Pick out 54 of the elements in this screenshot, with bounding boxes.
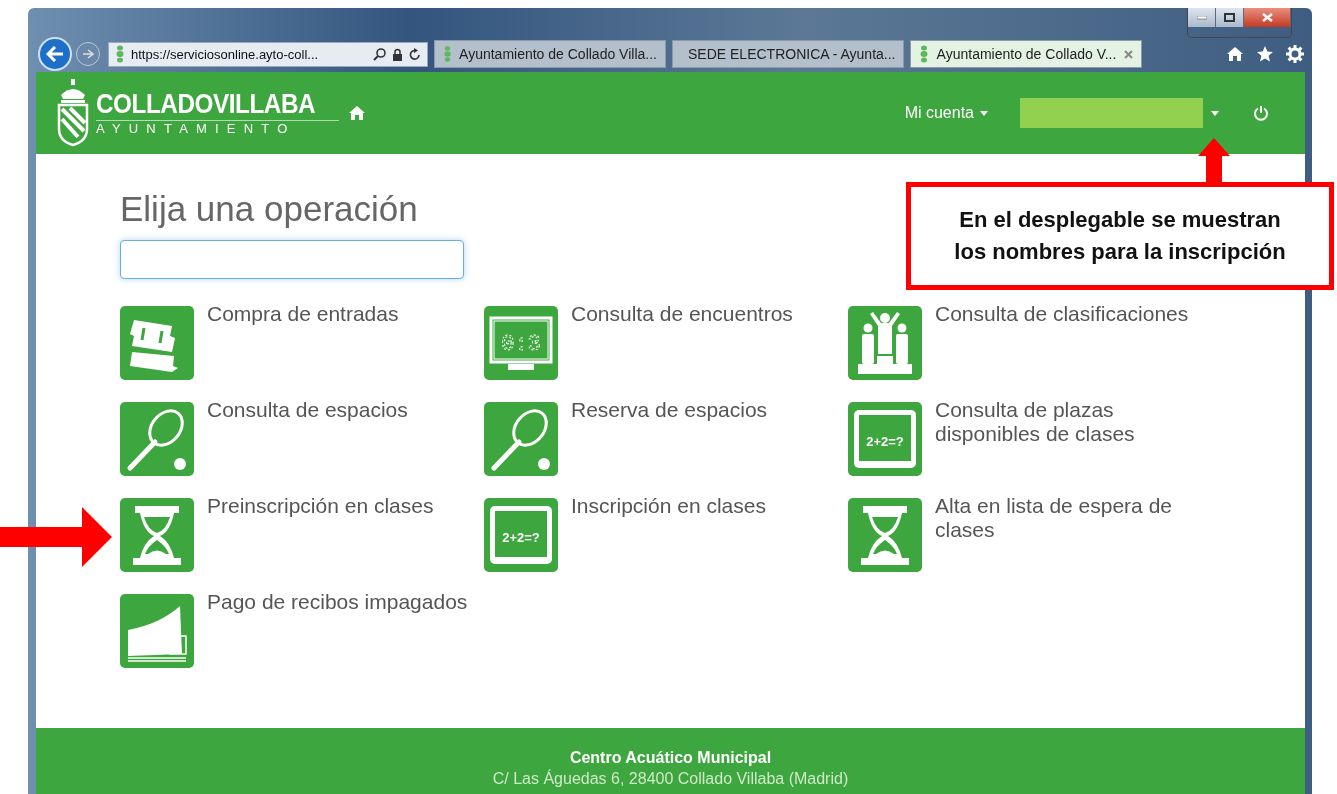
receipts-icon[interactable] bbox=[120, 594, 194, 668]
operation-link[interactable]: Compra de entradas bbox=[207, 302, 473, 326]
refresh-icon[interactable] bbox=[409, 47, 421, 61]
operation-link[interactable]: Preinscripción en clases bbox=[207, 494, 473, 518]
hourglass-icon[interactable] bbox=[120, 498, 194, 572]
favorites-star-icon[interactable] bbox=[1256, 45, 1274, 63]
home-icon[interactable] bbox=[349, 106, 366, 120]
browser-tab[interactable]: Ayuntamiento de Collado V... bbox=[910, 40, 1142, 68]
tickets-icon[interactable] bbox=[120, 306, 194, 380]
footer-address: C/ Las Águedas 6, 28400 Collado Villaba (Madrid) bbox=[492, 768, 849, 789]
operation-link[interactable]: Consulta de encuentros bbox=[571, 302, 837, 326]
leaf-favicon-icon bbox=[443, 45, 453, 63]
settings-icon[interactable] bbox=[1286, 45, 1304, 63]
racket-icon[interactable] bbox=[120, 402, 194, 476]
leaf-favicon-icon bbox=[919, 45, 929, 63]
forward-arrow-icon bbox=[82, 49, 94, 59]
back-button[interactable] bbox=[38, 37, 72, 71]
logo-subtitle: AYUNTAMIENTO bbox=[96, 119, 340, 137]
browser-tab[interactable]: Ayuntamiento de Collado Villa... bbox=[434, 40, 666, 68]
close-icon bbox=[1261, 13, 1273, 22]
operation-link[interactable]: Inscripción en clases bbox=[571, 494, 837, 518]
lock-icon[interactable] bbox=[392, 47, 403, 61]
racket-icon[interactable] bbox=[484, 402, 558, 476]
caret-icon[interactable] bbox=[1211, 110, 1219, 116]
address-text: https://serviciosonline.ayto-coll... bbox=[131, 46, 320, 62]
operation-link[interactable]: Reserva de espacios bbox=[571, 398, 837, 422]
page-heading: Elija una operación bbox=[120, 190, 418, 228]
leaf-favicon-icon bbox=[115, 45, 125, 63]
operation-link[interactable]: Alta en lista de espera de clases bbox=[935, 494, 1201, 542]
browser-tab[interactable]: SEDE ELECTRONICA - Ayunta... bbox=[672, 40, 904, 68]
close-button[interactable] bbox=[1244, 8, 1291, 27]
minimize-button[interactable] bbox=[1188, 8, 1216, 27]
search-field[interactable] bbox=[120, 240, 464, 279]
operation-link[interactable]: Consulta de plazas disponibles de clases bbox=[935, 398, 1201, 446]
operation-link[interactable]: Pago de recibos impagados bbox=[207, 590, 473, 614]
operation-link[interactable]: Consulta de espacios bbox=[207, 398, 473, 422]
crest-logo-icon bbox=[56, 79, 90, 147]
close-tab-icon[interactable] bbox=[1124, 49, 1133, 59]
search-icon[interactable] bbox=[373, 47, 386, 61]
hourglass-icon[interactable] bbox=[848, 498, 922, 572]
forward-button[interactable] bbox=[76, 42, 100, 66]
address-bar[interactable]: https://serviciosonline.ayto-coll... bbox=[108, 41, 428, 67]
home-icon[interactable] bbox=[1226, 46, 1244, 62]
maximize-icon bbox=[1224, 13, 1235, 22]
maximize-button[interactable] bbox=[1216, 8, 1244, 27]
user-select-field[interactable] bbox=[1020, 98, 1203, 128]
callout-text: En el desplegable se muestran los nombres para la inscripción bbox=[953, 206, 1287, 266]
power-icon[interactable] bbox=[1253, 105, 1269, 121]
footer-title: Centro Acuático Municipal bbox=[569, 748, 772, 768]
operation-link[interactable]: Consulta de clasificaciones bbox=[935, 302, 1201, 326]
caret-icon[interactable] bbox=[980, 110, 988, 116]
minimize-icon bbox=[1196, 15, 1207, 20]
back-arrow-icon bbox=[46, 46, 64, 62]
podium-icon[interactable] bbox=[848, 306, 922, 380]
